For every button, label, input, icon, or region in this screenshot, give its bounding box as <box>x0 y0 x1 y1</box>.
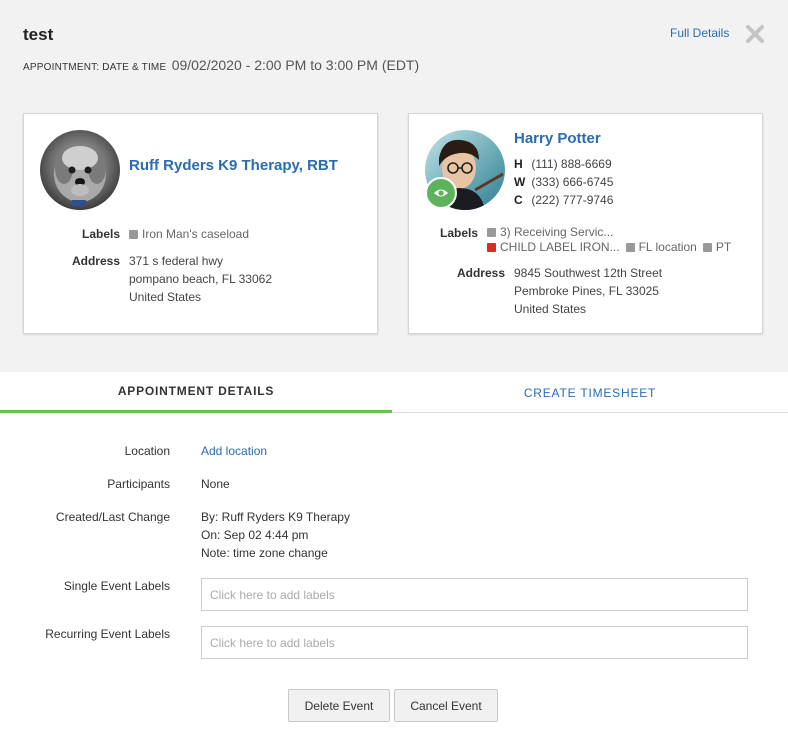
client-label-3: PT <box>715 240 732 254</box>
label-color-chip <box>129 230 138 239</box>
appointment-datetime-label: Appointment: Date & Time <box>23 62 167 73</box>
label-color-chip <box>487 228 496 237</box>
cancel-event-button[interactable]: Cancel Event <box>394 689 498 722</box>
provider-labels: Iron Man's caseload <box>129 225 255 243</box>
tab-create-timesheet[interactable]: Create Timesheet <box>392 372 788 413</box>
label-color-chip <box>487 243 496 252</box>
phone-type: C <box>514 193 523 207</box>
recurring-event-labels-label: Recurring Event Labels <box>45 627 170 641</box>
participants-label: Participants <box>107 477 170 491</box>
client-name-link[interactable]: Harry Potter <box>514 130 601 147</box>
appointment-datetime-value: 09/02/2020 - 2:00 PM to 3:00 PM (EDT) <box>171 57 420 73</box>
single-event-labels-input[interactable] <box>201 578 748 611</box>
label-color-chip <box>625 243 635 252</box>
provider-address-line-1: 371 s federal hwy <box>129 254 224 268</box>
client-labels-row-2: CHILD LABEL IRON... FL location PT <box>487 240 737 255</box>
provider-labels-label: Labels <box>81 227 120 241</box>
client-phone-home: H (111) 888-6669 <box>514 155 613 173</box>
add-location-link[interactable]: Add location <box>201 442 267 460</box>
client-card: Harry Potter H (111) 888-6669 W (333) 66… <box>408 113 763 334</box>
provider-name-link[interactable]: Ruff Ryders K9 Therapy, RBT <box>129 157 338 174</box>
delete-event-button[interactable]: Delete Event <box>288 689 390 722</box>
close-icon[interactable] <box>745 24 765 44</box>
phone-number: (333) 666-6745 <box>531 175 614 189</box>
provider-address-label: Address <box>71 254 120 268</box>
created-last-change-value: By: Ruff Ryders K9 Therapy On: Sep 02 4:… <box>201 508 350 562</box>
participants-value: None <box>201 477 230 491</box>
client-phone-cell: C (222) 777-9746 <box>514 191 613 209</box>
location-label: Location <box>124 444 170 458</box>
event-title: test <box>23 25 54 44</box>
client-labels: 3) Receiving Servic... CHILD LABEL IRON.… <box>487 225 737 255</box>
change-note: Note: time zone change <box>201 546 328 560</box>
phone-number: (222) 777-9746 <box>531 193 614 207</box>
created-by: By: Ruff Ryders K9 Therapy <box>201 510 350 524</box>
full-details-link[interactable]: Full Details <box>670 26 729 40</box>
label-color-chip <box>702 243 712 252</box>
client-labels-label: Labels <box>439 226 478 240</box>
phone-number: (111) 888-6669 <box>531 157 612 171</box>
created-last-change-label: Created/Last Change <box>55 510 170 524</box>
client-label-0: 3) Receiving Servic... <box>500 225 614 239</box>
client-phones: H (111) 888-6669 W (333) 666-6745 C (222… <box>514 155 613 209</box>
phone-type: H <box>514 157 523 171</box>
tab-appointment-details[interactable]: Appointment Details <box>0 372 392 413</box>
provider-label-0: Iron Man's caseload <box>142 227 250 241</box>
client-phone-work: W (333) 666-6745 <box>514 173 613 191</box>
client-address-line-3: United States <box>514 302 587 316</box>
tab-bar: Appointment Details Create Timesheet <box>0 372 788 413</box>
single-event-labels-label: Single Event Labels <box>63 579 170 593</box>
dog-photo-avatar <box>40 130 120 210</box>
client-labels-row-1: 3) Receiving Servic... <box>487 225 737 240</box>
provider-avatar <box>40 130 120 210</box>
provider-address-line-2: pompano beach, FL 33062 <box>129 272 272 286</box>
appointment-header: test Appointment: Date & Time 09/02/2020… <box>0 0 788 372</box>
phone-type: W <box>514 175 526 189</box>
appointment-datetime: Appointment: Date & Time 09/02/2020 - 2:… <box>23 57 419 73</box>
recurring-event-labels-input[interactable] <box>201 626 748 659</box>
created-on: On: Sep 02 4:44 pm <box>201 528 309 542</box>
client-address-line-2: Pembroke Pines, FL 33025 <box>514 284 659 298</box>
provider-address-line-3: United States <box>129 290 202 304</box>
client-address-line-1: 9845 Southwest 12th Street <box>514 266 663 280</box>
client-label-2: FL location <box>638 240 697 254</box>
provider-card: Ruff Ryders K9 Therapy, RBT Labels Iron … <box>23 113 378 334</box>
eye-icon[interactable] <box>425 177 457 209</box>
client-address: 9845 Southwest 12th Street Pembroke Pine… <box>514 264 662 318</box>
client-address-label: Address <box>456 266 505 280</box>
provider-address: 371 s federal hwy pompano beach, FL 3306… <box>129 252 272 306</box>
client-label-1: CHILD LABEL IRON... <box>500 240 620 254</box>
